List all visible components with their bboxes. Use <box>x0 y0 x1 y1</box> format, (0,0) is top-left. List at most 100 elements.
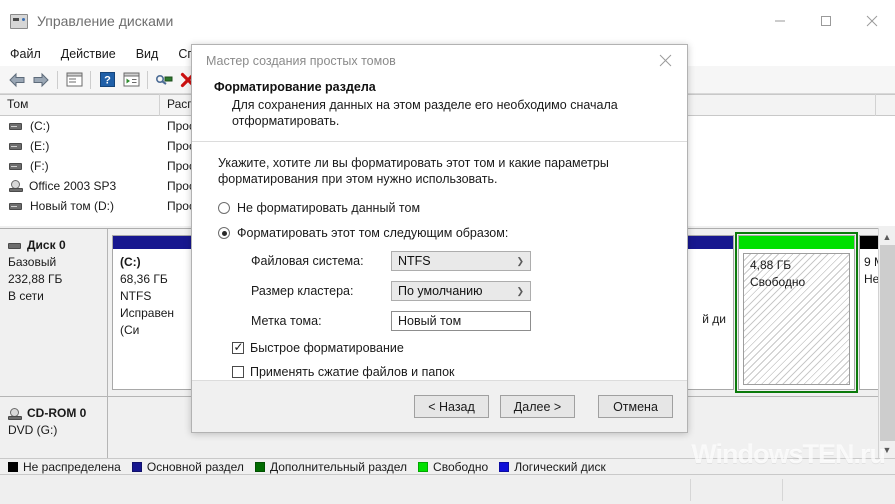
hdd-icon <box>9 162 22 170</box>
volume-cell: (F:) <box>0 159 160 173</box>
toolbar-separator <box>147 70 148 89</box>
partition-free-space[interactable]: 4,88 ГБ Свободно <box>735 232 858 393</box>
allocation-unit-select[interactable]: По умолчанию ❯ <box>391 281 531 301</box>
partition-size: й ди <box>702 311 726 326</box>
disk-name: CD-ROM 0 <box>27 406 87 420</box>
disk-info: Диск 0 Базовый 232,88 ГБ В сети <box>0 229 108 396</box>
list-view-icon[interactable] <box>62 68 86 92</box>
disk-name-row: Диск 0 <box>8 237 101 254</box>
properties-icon[interactable] <box>119 68 143 92</box>
wizard-title: Мастер создания простых томов <box>206 53 396 68</box>
window-title: Управление дисками <box>37 13 174 29</box>
disk-management-icon <box>10 13 28 29</box>
quick-format-label: Быстрое форматирование <box>250 341 404 355</box>
rescan-icon[interactable] <box>152 68 176 92</box>
cancel-button[interactable]: Отмена <box>598 395 673 418</box>
back-icon[interactable] <box>5 68 29 92</box>
hdd-icon <box>9 142 22 150</box>
new-simple-volume-wizard: Мастер создания простых томов Форматиров… <box>191 44 688 433</box>
wizard-heading: Форматирование раздела <box>214 80 376 94</box>
wizard-footer: < Назад Далее > Отмена <box>192 380 687 432</box>
disk-info: CD-ROM 0 DVD (G:) Нет носителя <box>0 397 108 458</box>
scrollbar-thumb[interactable] <box>880 245 895 450</box>
filesystem-select[interactable]: NTFS ❯ <box>391 251 531 271</box>
disk-name: Диск 0 <box>27 238 66 252</box>
menu-item-view[interactable]: Вид <box>136 47 159 61</box>
scroll-up-icon[interactable]: ▲ <box>879 228 895 245</box>
volume-label: (E:) <box>30 139 50 153</box>
volume-cell: Новый том (D:) <box>0 199 160 213</box>
help-icon[interactable]: ? <box>95 68 119 92</box>
hdd-icon <box>9 202 22 210</box>
filesystem-value: NTFS <box>398 254 431 268</box>
partition-bar <box>739 236 854 249</box>
disk-name-row: CD-ROM 0 <box>8 405 101 422</box>
vertical-scrollbar[interactable]: ▲ ▼ <box>878 228 895 458</box>
radio-no-format-label: Не форматировать данный том <box>237 201 421 215</box>
wizard-header: Форматирование раздела Для сохранения да… <box>192 76 687 142</box>
minimize-button[interactable] <box>757 0 803 42</box>
hdd-icon <box>9 122 22 130</box>
volume-label: Office 2003 SP3 <box>29 179 117 193</box>
legend-swatch-icon <box>131 461 142 472</box>
allocation-unit-label: Размер кластера: <box>251 284 354 298</box>
volume-cell: (C:) <box>0 119 160 133</box>
legend-swatch-icon <box>499 461 510 472</box>
checkbox-icon <box>232 366 244 378</box>
partition-body: 4,88 ГБ Свободно <box>743 253 850 385</box>
radio-icon <box>218 227 230 239</box>
chevron-down-icon: ❯ <box>516 255 524 266</box>
next-button[interactable]: Далее > <box>500 395 575 418</box>
checkbox-quick-format[interactable]: Быстрое форматирование <box>232 340 665 355</box>
status-bar <box>0 474 895 504</box>
volume-label: (C:) <box>30 119 50 133</box>
disk-type: DVD (G:) <box>8 423 58 437</box>
menu-item-file[interactable]: Файл <box>10 47 41 61</box>
checkbox-enable-compression[interactable]: Применять сжатие файлов и папок <box>232 365 665 379</box>
wizard-close-button[interactable] <box>643 45 687 76</box>
legend: Не распределена Основной раздел Дополнит… <box>0 458 895 474</box>
title-bar: Управление дисками <box>0 0 895 42</box>
legend-label: Свободно <box>433 459 489 474</box>
chevron-down-icon: ❯ <box>516 285 524 296</box>
forward-icon[interactable] <box>29 68 53 92</box>
partition-title: (C:) <box>120 255 141 269</box>
volume-label-value: Новый том <box>398 314 462 328</box>
partition-status: Свободно <box>750 275 806 289</box>
radio-icon <box>218 202 230 214</box>
radio-no-format[interactable]: Не форматировать данный том <box>218 201 665 215</box>
legend-label: Не распределена <box>23 459 121 474</box>
radio-format[interactable]: Форматировать этот том следующим образом… <box>218 226 665 240</box>
menu-item-action[interactable]: Действие <box>61 47 116 61</box>
legend-swatch-icon <box>8 461 18 472</box>
status-separator <box>690 479 691 501</box>
field-row-volume-label: Метка тома: Новый том <box>251 311 665 331</box>
allocation-unit-value: По умолчанию <box>398 284 483 298</box>
legend-item-primary: Основной раздел <box>131 460 244 474</box>
volume-label-input[interactable]: Новый том <box>391 311 531 331</box>
scroll-down-icon[interactable]: ▼ <box>879 441 895 458</box>
disk-spacer <box>8 439 101 456</box>
svg-text:?: ? <box>104 75 111 87</box>
close-button[interactable] <box>849 0 895 42</box>
filesystem-label: Файловая система: <box>251 254 364 268</box>
column-header-trailing[interactable] <box>686 94 876 116</box>
volume-label: (F:) <box>30 159 49 173</box>
column-header-volume[interactable]: Том <box>0 94 160 116</box>
legend-swatch-icon <box>254 461 265 472</box>
partition-size: 68,36 ГБ NTFS <box>120 272 168 303</box>
maximize-button[interactable] <box>803 0 849 42</box>
window-controls <box>757 0 895 42</box>
radio-format-label: Форматировать этот том следующим образом… <box>237 226 509 240</box>
checkbox-icon <box>232 340 244 354</box>
cd-icon <box>9 180 23 192</box>
volume-cell: Office 2003 SP3 <box>0 179 160 193</box>
hdd-icon <box>8 242 21 249</box>
wizard-title-bar: Мастер создания простых томов <box>192 45 687 76</box>
volume-cell: (E:) <box>0 139 160 153</box>
enable-compression-label: Применять сжатие файлов и папок <box>250 365 455 379</box>
cd-icon <box>8 407 22 420</box>
back-button[interactable]: < Назад <box>414 395 489 418</box>
partition-c[interactable]: (C:) 68,36 ГБ NTFS Исправен (Си <box>112 235 198 390</box>
volume-label: Новый том (D:) <box>30 199 114 213</box>
